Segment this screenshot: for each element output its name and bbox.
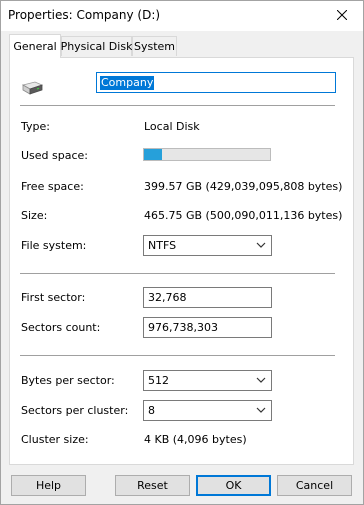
free-space-value: 399.57 GB (429,039,095,808 bytes) [144,180,343,193]
size-label: Size: [21,209,48,222]
tab-general[interactable]: General [9,34,61,58]
chevron-down-icon [256,407,266,413]
ok-button[interactable]: OK [196,475,271,496]
close-icon [337,10,347,20]
file-system-label: File system: [21,239,87,252]
used-space-bar [143,148,271,161]
separator [20,355,335,356]
type-value: Local Disk [144,120,200,133]
type-label: Type: [21,120,50,133]
sectors-per-cluster-label: Sectors per cluster: [21,404,129,417]
tab-system[interactable]: System [132,36,177,56]
cancel-button[interactable]: Cancel [277,475,352,496]
drive-name-input[interactable]: Company [96,72,336,93]
sectors-count-field[interactable]: 976,738,303 [143,317,272,338]
first-sector-label: First sector: [21,291,86,304]
bytes-per-sector-select[interactable]: 512 [143,370,272,391]
title-bar: Properties: Company (D:) [1,1,363,31]
window-title: Properties: Company (D:) [8,8,161,22]
tab-physical-disk[interactable]: Physical Disk [61,36,132,56]
reset-button[interactable]: Reset [115,475,190,496]
used-space-fill [144,149,162,160]
drive-icon [21,81,43,95]
chevron-down-icon [256,242,266,248]
close-button[interactable] [321,1,363,29]
size-value: 465.75 GB (500,090,011,136 bytes) [144,209,343,222]
file-system-select[interactable]: NTFS [143,235,272,256]
first-sector-field[interactable]: 32,768 [143,287,272,308]
cluster-size-label: Cluster size: [21,433,89,446]
sectors-count-label: Sectors count: [21,321,101,334]
free-space-label: Free space: [21,180,84,193]
chevron-down-icon [256,377,266,383]
sectors-per-cluster-select[interactable]: 8 [143,400,272,421]
bytes-per-sector-label: Bytes per sector: [21,374,115,387]
separator [20,273,335,274]
separator [20,105,335,106]
used-space-label: Used space: [21,149,89,162]
cluster-size-value: 4 KB (4,096 bytes) [144,433,247,446]
help-button[interactable]: Help [11,475,86,496]
